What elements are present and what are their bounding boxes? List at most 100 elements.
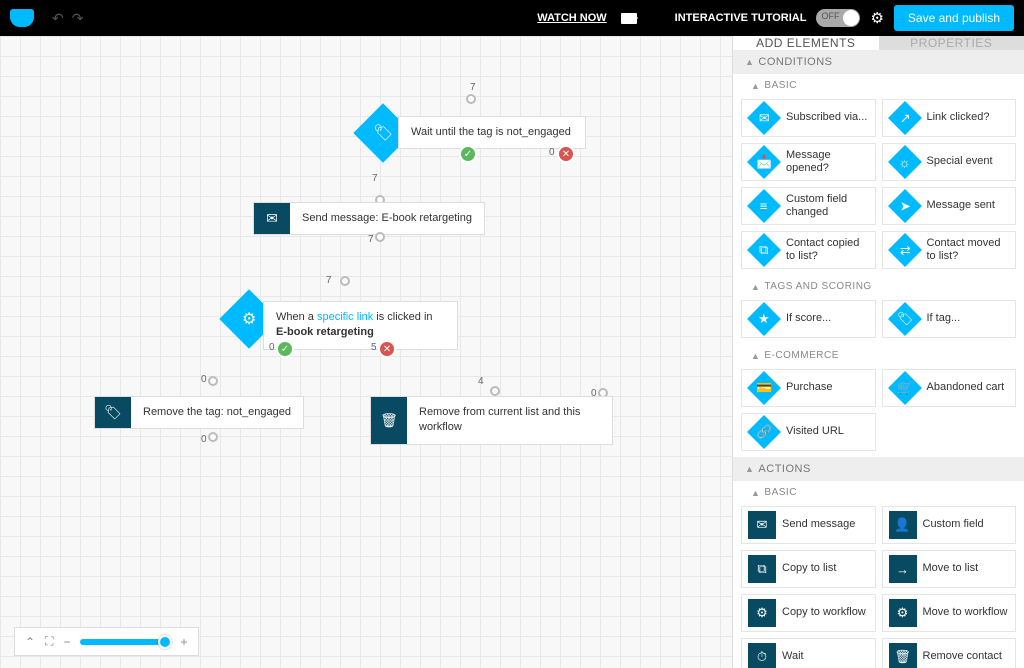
workflow-move-icon: ⚙	[889, 599, 917, 627]
element-wait[interactable]: ⏱Wait	[741, 638, 876, 668]
element-copy-to-workflow[interactable]: ⚙Copy to workflow	[741, 594, 876, 632]
move-icon: ⇄	[888, 233, 922, 267]
no-icon[interactable]: ✕	[378, 340, 396, 358]
count: 7	[368, 234, 374, 245]
cart-icon: 🛒	[888, 371, 922, 405]
wait-tag-node[interactable]: Wait until the tag is not_engaged	[398, 116, 586, 149]
count: 7	[470, 82, 476, 93]
redo-icon[interactable]: ↷	[72, 10, 84, 27]
element-contact-moved[interactable]: ⇄Contact moved to list?	[882, 231, 1017, 269]
subsection-basic[interactable]: ▲BASIC	[733, 74, 1024, 93]
element-message-sent[interactable]: ➤Message sent	[882, 187, 1017, 225]
subsection-ecommerce[interactable]: ▲E-COMMERCE	[733, 344, 1024, 363]
port[interactable]	[375, 232, 385, 242]
envelope-icon: ✉	[748, 511, 776, 539]
tab-properties[interactable]: PROPERTIES	[879, 36, 1024, 50]
element-if-tag[interactable]: 🏷If tag...	[882, 300, 1017, 338]
tutorial-toggle[interactable]: OFF	[816, 9, 860, 27]
element-contact-copied[interactable]: ⧉Contact copied to list?	[741, 231, 876, 269]
port[interactable]	[208, 432, 218, 442]
zoom-controls: ⌃ ⛶ − +	[14, 627, 199, 656]
element-link-clicked[interactable]: ↗Link clicked?	[882, 99, 1017, 137]
user-icon: 👤	[889, 511, 917, 539]
element-abandoned-cart[interactable]: 🛒Abandoned cart	[882, 369, 1017, 407]
sent-icon: ➤	[888, 189, 922, 223]
gear-icon[interactable]: ⚙	[870, 9, 883, 27]
count: 0	[201, 434, 207, 445]
count: 0	[201, 374, 207, 385]
send-message-node[interactable]: ✉ Send message: E-book retargeting	[253, 202, 485, 235]
port-top[interactable]	[466, 94, 476, 104]
count: 0	[549, 147, 555, 158]
calendar-icon: ☼	[888, 145, 922, 179]
element-send-message[interactable]: ✉Send message	[741, 506, 876, 544]
zoom-out-icon[interactable]: −	[63, 635, 70, 649]
copy-icon: ⧉	[748, 555, 776, 583]
remove-tag-label: Remove the tag: not_engaged	[131, 397, 303, 428]
element-purchase[interactable]: 💳Purchase	[741, 369, 876, 407]
arrow-icon: →	[889, 555, 917, 583]
count: 7	[326, 275, 332, 286]
send-message-label: Send message: E-book retargeting	[290, 203, 484, 234]
video-icon[interactable]	[621, 13, 637, 24]
undo-icon[interactable]: ↶	[52, 10, 64, 27]
subsection-actions-basic[interactable]: ▲BASIC	[733, 481, 1024, 500]
count: 4	[478, 376, 484, 387]
subsection-tags-scoring[interactable]: ▲TAGS AND SCORING	[733, 275, 1024, 294]
section-conditions[interactable]: ▲CONDITIONS	[733, 50, 1024, 74]
element-special-event[interactable]: ☼Special event	[882, 143, 1017, 181]
toggle-knob[interactable]	[843, 10, 859, 26]
field-icon: ≡	[747, 189, 781, 223]
link-click-node[interactable]: When a specific link is clicked in E-boo…	[263, 301, 458, 350]
zoom-knob[interactable]	[158, 635, 172, 649]
envelope-icon: ✉	[747, 101, 781, 135]
save-publish-button[interactable]: Save and publish	[894, 5, 1014, 31]
wait-tag-label: Wait until the tag is not_engaged	[399, 117, 585, 148]
port[interactable]	[490, 386, 500, 396]
element-move-to-list[interactable]: →Move to list	[882, 550, 1017, 588]
collapse-icon[interactable]: ⌃	[25, 635, 35, 649]
yes-icon[interactable]: ✓	[276, 340, 294, 358]
element-copy-to-list[interactable]: ⧉Copy to list	[741, 550, 876, 588]
element-custom-field-action[interactable]: 👤Custom field	[882, 506, 1017, 544]
history-controls: ↶ ↷	[52, 10, 83, 27]
zoom-in-icon[interactable]: +	[180, 635, 187, 649]
element-if-score[interactable]: ★If score...	[741, 300, 876, 338]
tag-icon: 🏷	[888, 302, 922, 336]
workflow-canvas[interactable]: 7 🏷 Wait until the tag is not_engaged ✓ …	[0, 36, 732, 668]
tag-icon: 🏷	[95, 397, 131, 428]
element-visited-url[interactable]: 🔗Visited URL	[741, 413, 876, 451]
zoom-slider[interactable]	[80, 639, 170, 645]
element-message-opened[interactable]: 📩Message opened?	[741, 143, 876, 181]
element-remove-contact[interactable]: 🗑Remove contact	[882, 638, 1017, 668]
envelope-icon: ✉	[254, 203, 290, 234]
right-sidebar: ADD ELEMENTS PROPERTIES ▲CONDITIONS ▲BAS…	[732, 36, 1024, 668]
watch-now-link[interactable]: WATCH NOW	[537, 12, 606, 24]
topbar: ↶ ↷ WATCH NOW INTERACTIVE TUTORIAL OFF ⚙…	[0, 0, 1024, 36]
element-subscribed[interactable]: ✉Subscribed via...	[741, 99, 876, 137]
element-move-to-workflow[interactable]: ⚙Move to workflow	[882, 594, 1017, 632]
link-icon: 🔗	[747, 415, 781, 449]
app-logo-icon[interactable]	[10, 9, 34, 27]
remove-list-label: Remove from current list and this workfl…	[407, 397, 612, 444]
fit-icon[interactable]: ⛶	[45, 634, 53, 649]
trash-icon: 🗑	[889, 643, 917, 668]
remove-from-list-node[interactable]: 🗑 Remove from current list and this work…	[370, 396, 613, 445]
tab-add-elements[interactable]: ADD ELEMENTS	[733, 36, 879, 50]
no-icon[interactable]: ✕	[557, 145, 575, 163]
score-icon: ★	[747, 302, 781, 336]
sidebar-tabs: ADD ELEMENTS PROPERTIES	[733, 36, 1024, 50]
trash-icon: 🗑	[371, 397, 407, 444]
count: 7	[372, 173, 378, 184]
yes-icon[interactable]: ✓	[459, 145, 477, 163]
port[interactable]	[340, 276, 350, 286]
workflow-copy-icon: ⚙	[748, 599, 776, 627]
port[interactable]	[208, 376, 218, 386]
cursor-icon: ↗	[888, 101, 922, 135]
element-custom-field-changed[interactable]: ≡Custom field changed	[741, 187, 876, 225]
copy-icon: ⧉	[747, 233, 781, 267]
remove-tag-node[interactable]: 🏷 Remove the tag: not_engaged	[94, 396, 304, 429]
connectors	[0, 36, 300, 186]
section-actions[interactable]: ▲ACTIONS	[733, 457, 1024, 481]
wallet-icon: 💳	[747, 371, 781, 405]
